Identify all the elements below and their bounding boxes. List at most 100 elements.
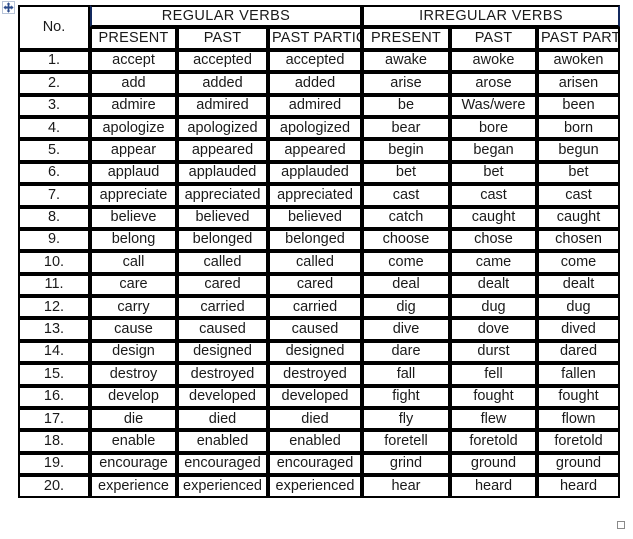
cell-irregular-past: dealt [450,273,537,297]
cell-regular-past: accepted [177,49,268,73]
cell-regular-past: died [177,408,268,431]
cell-number: 2. [18,72,90,95]
cell-regular-past: carried [177,296,268,319]
cell-regular-past-participle: developed [268,385,362,409]
verb-table-container: No. REGULAR VERBS IRREGULAR VERBS PRESEN… [18,5,621,498]
cell-irregular-past: awoke [450,49,537,73]
cell-irregular-past: bet [450,161,537,185]
column-header-irregular-present: PRESENT [362,27,450,50]
cell-irregular-past-participle: dealt [537,273,621,297]
table-row: 19. encourage encouraged encouraged grind gro… [18,452,621,476]
cell-number: 5. [18,139,90,162]
cell-regular-past: designed [177,340,268,364]
cell-irregular-present: be [362,94,450,117]
cell-regular-past: applauded [177,161,268,185]
cell-regular-past-participle: apologized [268,116,362,140]
cell-number: 13. [18,318,90,341]
cell-regular-past-participle: caused [268,318,362,341]
cell-irregular-past: came [450,251,537,274]
move-cross-arrows-icon [3,2,14,13]
cell-regular-past-participle: encouraged [268,452,362,476]
cell-irregular-past: cast [450,184,537,207]
cell-regular-past-participle: experienced [268,475,362,498]
cell-irregular-past: began [450,139,537,162]
cell-irregular-past: dove [450,318,537,341]
table-row: 8. believe believed believed catch caught caug… [18,206,621,229]
column-header-regular-past-participle: PAST PARTICIPLE [268,27,362,50]
cell-number: 7. [18,184,90,207]
table-row: 11. care cared cared deal dealt dealt [18,273,621,297]
cell-regular-past: added [177,72,268,95]
cell-irregular-present: hear [362,475,450,498]
cell-regular-present: believe [90,206,177,229]
cell-regular-past: called [177,251,268,274]
cell-regular-past: developed [177,385,268,409]
cell-irregular-present: fight [362,385,450,409]
table-resize-handle-icon[interactable] [617,521,625,529]
cell-irregular-past-participle: born [537,116,621,140]
cell-irregular-present: come [362,251,450,274]
cell-irregular-past: arose [450,72,537,95]
cell-regular-present: accept [90,49,177,73]
cell-regular-past-participle: appreciated [268,184,362,207]
table-row: 2. add added added arise arose arisen [18,72,621,95]
cell-number: 10. [18,251,90,274]
cell-irregular-past-participle: ground [537,452,621,476]
column-header-irregular-past-participle: PAST PARTICIPLE [537,27,621,50]
cell-regular-present: applaud [90,161,177,185]
cell-irregular-present: dive [362,318,450,341]
cell-regular-past-participle: added [268,72,362,95]
cell-irregular-past-participle: begun [537,139,621,162]
group-header-irregular-verbs: IRREGULAR VERBS [362,5,621,28]
cell-regular-present: admire [90,94,177,117]
group-header-row: No. REGULAR VERBS IRREGULAR VERBS [18,5,621,50]
cell-irregular-past-participle: heard [537,475,621,498]
cell-regular-past: admired [177,94,268,117]
cell-regular-past-participle: designed [268,340,362,364]
cell-irregular-past-participle: cast [537,184,621,207]
cell-irregular-past-participle: chosen [537,228,621,252]
cell-regular-past: apologized [177,116,268,140]
cell-irregular-present: catch [362,206,450,229]
cell-regular-present: appear [90,139,177,162]
cell-irregular-present: cast [362,184,450,207]
cell-irregular-past: fell [450,363,537,386]
cell-regular-present: develop [90,385,177,409]
cell-irregular-past-participle: awoken [537,49,621,73]
cell-regular-past-participle: carried [268,296,362,319]
cell-regular-present: call [90,251,177,274]
cell-number: 11. [18,273,90,297]
table-row: 13. cause caused caused dive dove dived [18,318,621,341]
cell-number: 18. [18,430,90,453]
cell-number: 8. [18,206,90,229]
cell-irregular-present: dig [362,296,450,319]
cell-regular-past: enabled [177,430,268,453]
table-row: 16. develop developed developed fight fought f… [18,385,621,409]
cell-irregular-present: choose [362,228,450,252]
cell-number: 15. [18,363,90,386]
table-row: 17. die died died fly flew flown [18,408,621,431]
cell-irregular-past-participle: dared [537,340,621,364]
table-row: 9. belong belonged belonged choose chose chose… [18,228,621,252]
cell-regular-past-participle: believed [268,206,362,229]
cell-irregular-past-participle: dug [537,296,621,319]
cell-irregular-past: durst [450,340,537,364]
cell-regular-past-participle: called [268,251,362,274]
cell-irregular-past: caught [450,206,537,229]
table-row: 6. applaud applauded applauded bet bet bet [18,161,621,185]
column-header-regular-past: PAST [177,27,268,50]
cell-irregular-past-participle: bet [537,161,621,185]
cell-irregular-past: Was/were [450,94,537,117]
cell-irregular-past-participle: dived [537,318,621,341]
cell-number: 12. [18,296,90,319]
column-header-no: No. [18,5,90,50]
table-body: 1. accept accepted accepted awake awoke awoken… [18,49,621,498]
cell-regular-past: cared [177,273,268,297]
cell-irregular-present: foretell [362,430,450,453]
cell-irregular-past-participle: come [537,251,621,274]
cell-regular-present: cause [90,318,177,341]
cell-regular-present: experience [90,475,177,498]
cell-regular-present: apologize [90,116,177,140]
table-move-handle-icon[interactable] [2,1,15,14]
cell-irregular-present: deal [362,273,450,297]
